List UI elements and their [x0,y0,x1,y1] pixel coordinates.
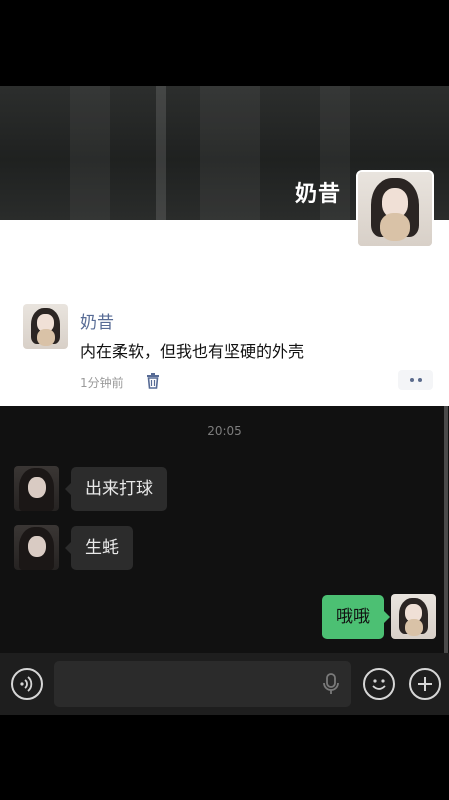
moments-card: 奶昔 奶昔 内在柔软，但我也有坚硬的外壳 1分钟前 [0,86,449,406]
plus-icon [418,677,432,691]
contact-avatar[interactable] [14,466,59,511]
emoji-icon [372,679,386,690]
voice-toggle-button[interactable] [11,668,43,700]
post-text: 内在柔软，但我也有坚硬的外壳 [80,342,305,361]
mic-icon[interactable] [322,673,340,695]
more-options-button[interactable] [398,370,433,390]
post-timestamp: 1分钟前 [80,376,124,390]
input-bar [0,653,449,715]
message-bubble-incoming[interactable]: 出来打球 [65,467,167,511]
more-functions-button[interactable] [409,668,441,700]
trash-icon[interactable] [146,373,160,389]
emoji-button[interactable] [363,668,395,700]
post-author-name[interactable]: 奶昔 [80,308,114,333]
chat-timestamp: 20:05 [207,424,242,438]
my-avatar[interactable] [391,594,436,639]
cover-username: 奶昔 [294,182,341,207]
scrollbar[interactable] [444,406,448,653]
contact-avatar[interactable] [14,525,59,570]
voice-icon [20,676,33,692]
chat-area[interactable]: 20:05 出来打球 生蚝 哦哦 [0,406,449,653]
message-bubble-incoming[interactable]: 生蚝 [65,526,133,570]
message-input[interactable] [54,661,351,707]
message-bubble-outgoing[interactable]: 哦哦 [322,595,390,639]
profile-avatar[interactable] [356,170,434,248]
post-author-avatar[interactable] [23,304,68,349]
